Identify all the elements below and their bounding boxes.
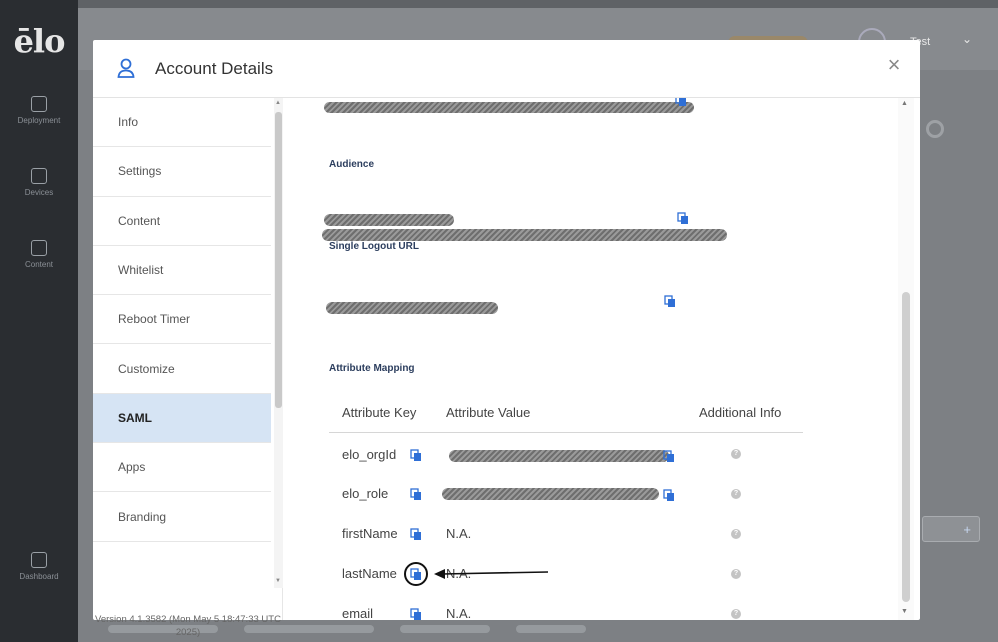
chevron-down-icon: ⌄ <box>962 32 973 46</box>
copy-icon[interactable] <box>663 489 675 502</box>
row-key-elo-orgid: elo_orgId <box>342 447 397 462</box>
menu-item-whitelist[interactable]: Whitelist <box>93 246 271 296</box>
menu-item-settings[interactable]: Settings <box>93 147 271 197</box>
header-divider <box>329 432 803 433</box>
dashboard-icon <box>31 552 47 568</box>
settings-sidebar: Info Settings Content Whitelist Reboot T… <box>93 98 283 638</box>
redacted-value <box>449 450 669 462</box>
copy-icon[interactable] <box>675 98 687 107</box>
copy-icon[interactable] <box>664 295 676 308</box>
row-value-firstname: N.A. <box>446 526 472 541</box>
copy-icon[interactable] <box>663 450 675 463</box>
row-key-lastname: lastName <box>342 566 397 581</box>
saml-content: Audience Single Logout URL Attribute Map… <box>284 98 920 620</box>
scroll-down-icon[interactable]: ▼ <box>901 608 908 615</box>
scroll-up-icon[interactable]: ▲ <box>901 100 908 107</box>
redacted-value <box>324 102 694 113</box>
single-logout-url-label: Single Logout URL <box>329 241 419 252</box>
devices-icon <box>31 168 47 184</box>
content-scrollbar[interactable]: ▲ ▼ <box>898 98 914 620</box>
menu-item-apps[interactable]: Apps <box>93 443 271 493</box>
elo-logo: ēlo <box>13 22 66 60</box>
background-add-box: + <box>922 516 980 542</box>
content-scroll-thumb[interactable] <box>902 292 910 602</box>
info-icon[interactable]: ? <box>731 529 741 539</box>
rail-item-dashboard[interactable]: Dashboard <box>0 552 78 581</box>
close-button[interactable]: × <box>882 54 906 78</box>
column-attribute-value: Attribute Value <box>446 405 531 420</box>
column-additional-info: Additional Info <box>699 405 782 420</box>
audience-label: Audience <box>329 159 375 170</box>
copy-icon[interactable] <box>410 488 422 501</box>
grid-icon <box>31 240 47 256</box>
person-icon <box>117 58 135 78</box>
menu-item-content[interactable]: Content <box>93 197 271 246</box>
menu-item-reboot-timer[interactable]: Reboot Timer <box>93 295 271 345</box>
row-key-email: email <box>342 606 374 620</box>
info-icon[interactable]: ? <box>731 449 741 459</box>
modal-header: Account Details × <box>93 40 920 98</box>
version-text: Version 4.1.3582 (Mon May 5 18:47:33 UTC… <box>95 614 281 638</box>
info-icon[interactable]: ? <box>731 609 741 619</box>
rail-item-deployment[interactable]: Deployment <box>0 96 78 125</box>
column-attribute-key: Attribute Key <box>342 405 417 420</box>
sidebar-scrollbar[interactable]: ▲ ▼ <box>274 98 283 588</box>
settings-menu: Info Settings Content Whitelist Reboot T… <box>93 98 271 588</box>
account-details-modal: Account Details × Info Settings Content … <box>93 40 920 638</box>
row-key-elo-role: elo_role <box>342 486 389 501</box>
menu-item-customize[interactable]: Customize <box>93 344 271 394</box>
annotation-arrow-icon <box>404 562 549 586</box>
menu-item-branding[interactable]: Branding <box>93 492 271 542</box>
menu-item-saml[interactable]: SAML <box>93 393 271 444</box>
row-value-email: N.A. <box>446 606 472 620</box>
redacted-value <box>322 229 727 241</box>
copy-icon[interactable] <box>410 449 422 462</box>
sidebar-scroll-thumb[interactable] <box>275 112 282 408</box>
redacted-value <box>442 488 659 500</box>
gear-icon <box>926 120 944 138</box>
menu-item-info[interactable]: Info <box>93 98 271 148</box>
redacted-value <box>324 214 454 226</box>
scroll-down-icon[interactable]: ▼ <box>275 578 281 584</box>
rail-item-content[interactable]: Content <box>0 240 78 269</box>
modal-title: Account Details <box>155 59 274 78</box>
rail-item-devices[interactable]: Devices <box>0 168 78 197</box>
app-rail: ēlo Deployment Devices Content Dashboard <box>0 0 78 642</box>
copy-icon[interactable] <box>677 212 689 225</box>
row-key-firstname: firstName <box>342 526 398 541</box>
info-icon[interactable]: ? <box>731 489 741 499</box>
copy-icon[interactable] <box>410 528 422 541</box>
deploy-icon <box>31 96 47 112</box>
scroll-up-icon[interactable]: ▲ <box>275 100 281 106</box>
redacted-value <box>326 302 498 314</box>
attribute-mapping-label: Attribute Mapping <box>329 363 415 374</box>
plus-icon: + <box>963 522 971 537</box>
info-icon[interactable]: ? <box>731 569 741 579</box>
copy-icon[interactable] <box>410 608 422 620</box>
